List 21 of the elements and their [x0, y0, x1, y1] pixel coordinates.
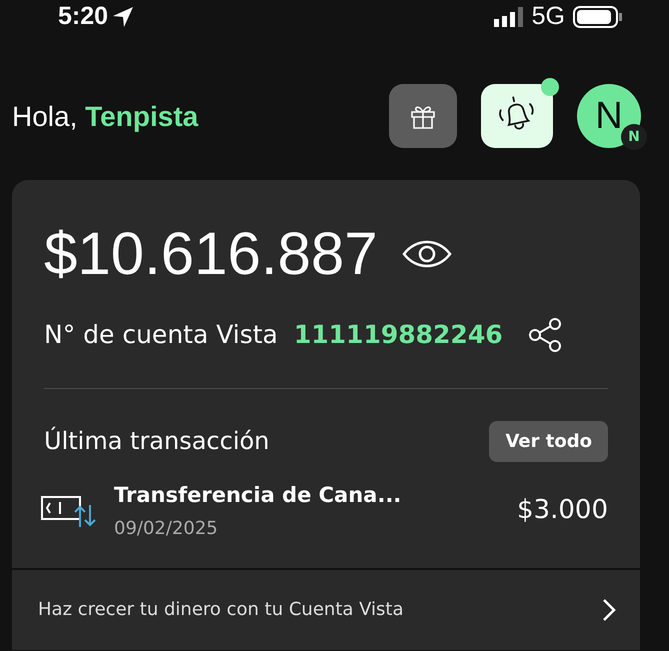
transaction-name: Transferencia de Cana... — [114, 482, 402, 508]
status-time: 5:20 — [58, 1, 108, 32]
promo-link[interactable]: Haz crecer tu dinero con tu Cuenta Vista — [38, 596, 404, 623]
location-arrow-icon — [112, 6, 134, 28]
battery-icon — [573, 6, 623, 28]
section-title: Última transacción — [44, 426, 270, 457]
gift-button[interactable] — [389, 84, 457, 148]
share-icon[interactable] — [526, 316, 563, 353]
account-number: 111119882246 — [294, 319, 503, 351]
transaction-date: 09/02/2025 — [114, 517, 219, 541]
greeting: Hola, Tenpista — [12, 100, 200, 134]
balance-amount: $10.616.887 — [44, 224, 378, 284]
transaction-amount: $3.000 — [517, 494, 608, 528]
avatar-badge: N — [621, 124, 647, 150]
eye-icon[interactable] — [402, 239, 452, 269]
signal-icon — [494, 7, 524, 27]
view-all-button[interactable]: Ver todo — [489, 420, 608, 462]
network-label: 5G — [532, 1, 565, 32]
chevron-right-icon — [602, 598, 616, 622]
account-label: N° de cuenta Vista — [44, 319, 278, 351]
notifications-button[interactable] — [481, 84, 553, 148]
